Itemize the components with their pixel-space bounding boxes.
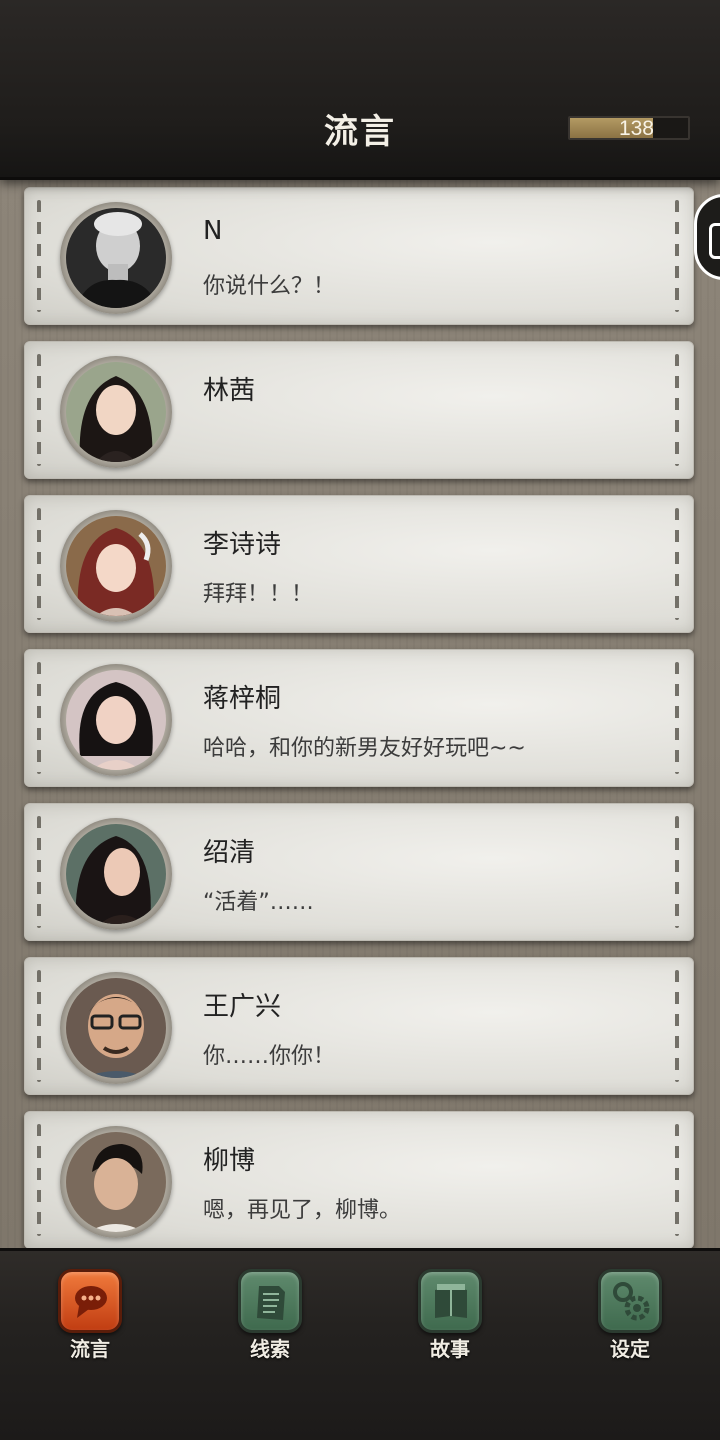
contact-name: 王广兴 bbox=[203, 992, 282, 1022]
card-stitch-right bbox=[675, 354, 679, 466]
nav-tab-rumors[interactable]: 流言 bbox=[40, 1269, 140, 1369]
contact-name: 蒋梓桐 bbox=[203, 684, 282, 714]
nav-tab-settings[interactable]: 设定 bbox=[580, 1269, 680, 1369]
conversation-card-linqian[interactable]: 林茜 bbox=[24, 341, 694, 479]
document-icon bbox=[238, 1269, 302, 1333]
contact-name: 柳博 bbox=[203, 1146, 256, 1176]
card-stitch-right bbox=[675, 200, 679, 312]
contact-name: N bbox=[203, 216, 223, 246]
nav-label: 设定 bbox=[610, 1337, 650, 1361]
app-header: 流言 138 bbox=[0, 0, 720, 180]
nav-label: 流言 bbox=[70, 1337, 110, 1361]
avatar-frame bbox=[60, 202, 172, 314]
conversation-card-jiangzitong[interactable]: 蒋梓桐 哈哈，和你的新男友好好玩吧~~ bbox=[24, 649, 694, 787]
avatar bbox=[66, 362, 166, 462]
points-counter: 138 bbox=[568, 116, 690, 140]
avatar bbox=[66, 208, 166, 308]
card-stitch-left bbox=[37, 816, 41, 928]
card-stitch-left bbox=[37, 508, 41, 620]
card-stitch-right bbox=[675, 662, 679, 774]
book-icon bbox=[418, 1269, 482, 1333]
avatar-frame bbox=[60, 972, 172, 1084]
conversation-list[interactable]: N 你说什么？！ 林茜 李诗诗 拜拜！！！ 蒋梓桐 哈哈，和你的新男友好好玩吧~… bbox=[0, 180, 720, 1249]
card-stitch-right bbox=[675, 816, 679, 928]
bottom-navigation: 流言 线索 故事 设定 bbox=[0, 1248, 720, 1440]
last-message: 你说什么？！ bbox=[203, 274, 336, 299]
card-stitch-left bbox=[37, 1124, 41, 1236]
card-stitch-left bbox=[37, 200, 41, 312]
last-message: 哈哈，和你的新男友好好玩吧~~ bbox=[203, 736, 526, 761]
avatar-frame bbox=[60, 356, 172, 468]
card-stitch-right bbox=[675, 1124, 679, 1236]
contact-name: 李诗诗 bbox=[203, 530, 282, 560]
avatar bbox=[66, 978, 166, 1078]
last-message: “活着”…… bbox=[203, 890, 314, 915]
conversation-card-n[interactable]: N 你说什么？！ bbox=[24, 187, 694, 325]
avatar bbox=[66, 824, 166, 924]
nav-label: 故事 bbox=[430, 1337, 470, 1361]
last-message: 拜拜！！！ bbox=[203, 582, 314, 607]
conversation-card-shaoqing[interactable]: 绍清 “活着”…… bbox=[24, 803, 694, 941]
avatar-frame bbox=[60, 664, 172, 776]
card-stitch-left bbox=[37, 662, 41, 774]
conversation-card-wangguangxing[interactable]: 王广兴 你……你你！ bbox=[24, 957, 694, 1095]
avatar bbox=[66, 1132, 166, 1232]
avatar bbox=[66, 670, 166, 770]
card-stitch-left bbox=[37, 970, 41, 1082]
nav-tab-story[interactable]: 故事 bbox=[400, 1269, 500, 1369]
conversation-card-liubo[interactable]: 柳博 嗯，再见了，柳博。 bbox=[24, 1111, 694, 1249]
gear-icon bbox=[598, 1269, 662, 1333]
last-message: 你……你你！ bbox=[203, 1044, 336, 1069]
avatar bbox=[66, 516, 166, 616]
chat-bubble-icon bbox=[58, 1269, 122, 1333]
card-stitch-right bbox=[675, 970, 679, 1082]
nav-tab-clues[interactable]: 线索 bbox=[220, 1269, 320, 1369]
points-counter-value: 138 bbox=[618, 117, 654, 140]
conversation-card-lishishi[interactable]: 李诗诗 拜拜！！！ bbox=[24, 495, 694, 633]
avatar-frame bbox=[60, 510, 172, 622]
contact-name: 绍清 bbox=[203, 838, 256, 868]
contact-name: 林茜 bbox=[203, 376, 256, 406]
last-message: 嗯，再见了，柳博。 bbox=[203, 1198, 402, 1223]
card-stitch-right bbox=[675, 508, 679, 620]
avatar-frame bbox=[60, 1126, 172, 1238]
avatar-frame bbox=[60, 818, 172, 930]
card-stitch-left bbox=[37, 354, 41, 466]
nav-label: 线索 bbox=[250, 1337, 290, 1361]
